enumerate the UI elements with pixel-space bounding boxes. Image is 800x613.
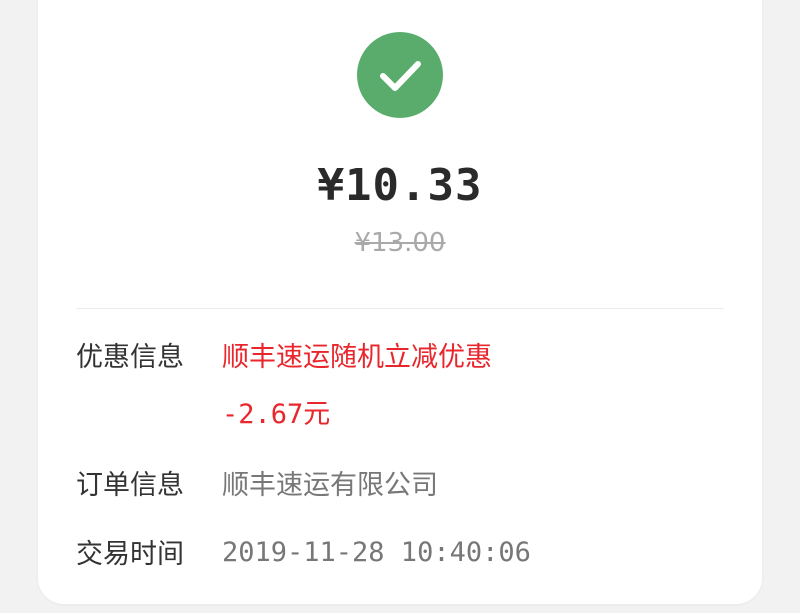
original-amount: ¥13.00	[354, 228, 446, 258]
discount-value: 顺丰速运随机立减优惠	[222, 342, 492, 373]
order-value: 顺丰速运有限公司	[222, 470, 438, 501]
divider	[76, 308, 724, 309]
check-icon	[380, 61, 421, 91]
success-check-icon	[357, 32, 443, 118]
paid-amount: ¥10.33	[317, 160, 483, 211]
time-label: 交易时间	[76, 539, 184, 570]
time-value: 2019-11-28 10:40:06	[222, 537, 531, 568]
discount-amount: -2.67元	[222, 399, 331, 430]
discount-label: 优惠信息	[76, 342, 184, 373]
order-label: 订单信息	[76, 470, 184, 501]
